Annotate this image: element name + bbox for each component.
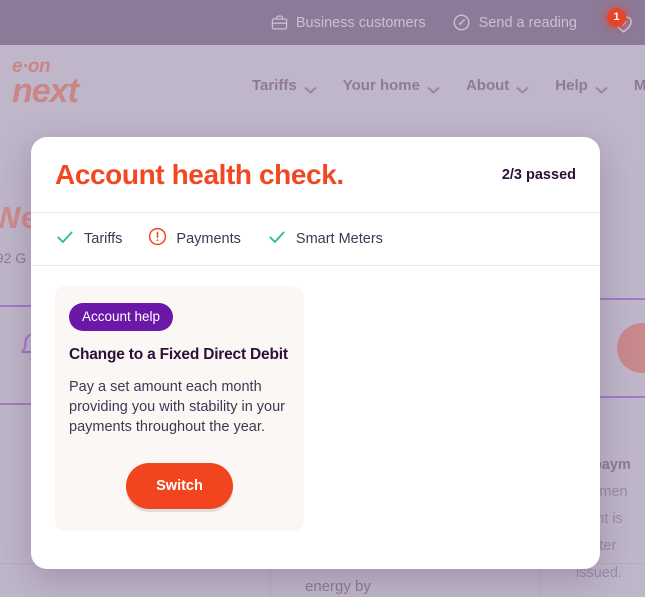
check-icon <box>267 227 287 252</box>
status-label: Tariffs <box>84 231 123 247</box>
account-health-check-modal: Account health check. 2/3 passed Tariffs… <box>31 137 600 569</box>
status-label: Smart Meters <box>295 231 383 247</box>
promo-title: Change to a Fixed Direct Debit <box>69 346 288 363</box>
alert-circle-icon <box>148 227 167 251</box>
promo-body-text: Pay a set amount each month providing yo… <box>69 379 285 435</box>
promo-card: Account help Change to a Fixed Direct De… <box>55 286 304 531</box>
promo-button-row: Switch <box>69 463 290 509</box>
switch-button[interactable]: Switch <box>126 463 233 509</box>
health-score: 2/3 passed <box>501 166 576 183</box>
modal-title: Account health check. <box>55 158 344 190</box>
notification-badge: 1 <box>607 7 626 27</box>
modal-body: Account help Change to a Fixed Direct De… <box>31 266 600 551</box>
check-icon <box>55 227 75 252</box>
status-label: Payments <box>176 231 241 247</box>
status-row: Tariffs Payments Smart Meters <box>31 213 600 266</box>
promo-badge: Account help <box>69 303 174 331</box>
status-item-smart-meters[interactable]: Smart Meters <box>267 227 383 252</box>
status-item-tariffs[interactable]: Tariffs <box>55 227 122 252</box>
modal-header: Account health check. 2/3 passed <box>31 137 600 213</box>
status-item-payments[interactable]: Payments <box>148 227 241 251</box>
